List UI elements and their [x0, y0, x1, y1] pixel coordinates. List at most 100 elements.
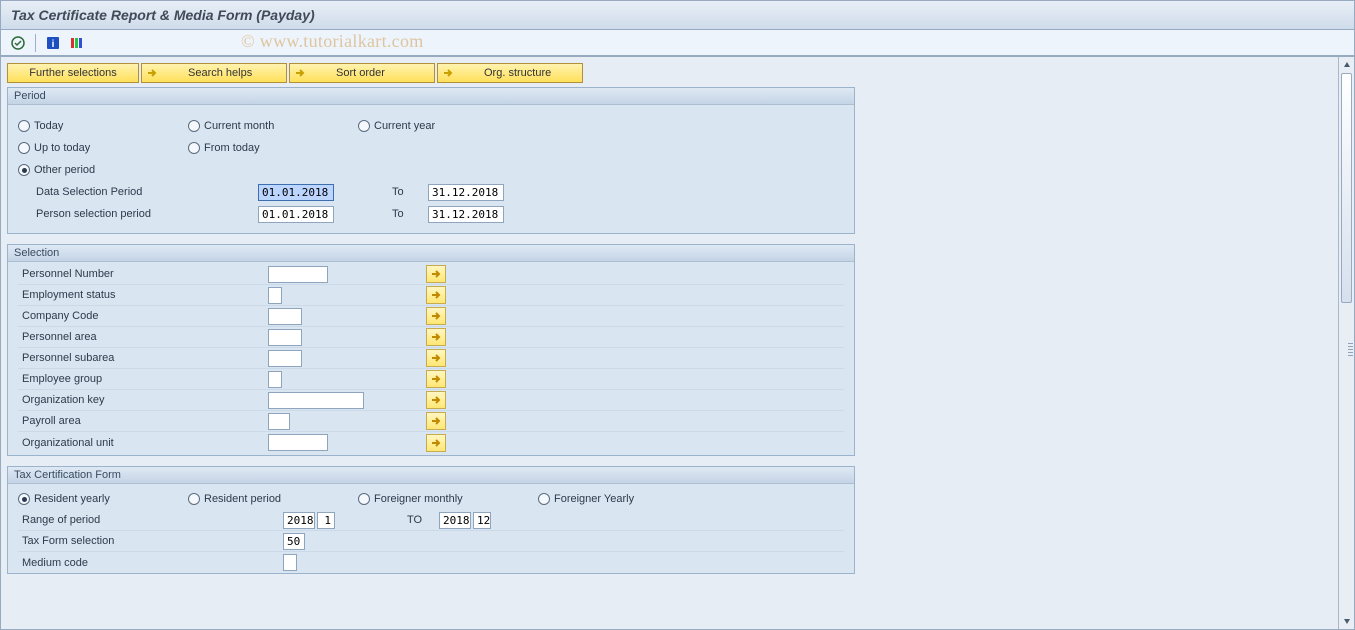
payroll-area-label: Payroll area: [18, 415, 268, 427]
button-label: Further selections: [29, 67, 116, 79]
radio-label: Current year: [374, 120, 435, 132]
data-selection-to-field[interactable]: 31.12.2018: [428, 184, 504, 201]
data-selection-period-label: Data Selection Period: [18, 186, 258, 198]
multiple-selection-button[interactable]: [426, 286, 446, 304]
person-selection-period-label: Person selection period: [18, 208, 258, 220]
radio-label: Foreigner monthly: [374, 493, 463, 505]
watermark-text: © www.tutorialkart.com: [241, 31, 424, 52]
person-selection-from-field[interactable]: 01.01.2018: [258, 206, 334, 223]
app-area: Further selections Search helps Sort ord…: [0, 56, 1355, 630]
employment-status-field[interactable]: [268, 287, 282, 304]
radio-label: Up to today: [34, 142, 90, 154]
further-selections-button[interactable]: Further selections: [7, 63, 139, 83]
group-title: Selection: [8, 245, 854, 262]
arrow-right-icon: [146, 67, 158, 79]
radio-label: Current month: [204, 120, 274, 132]
button-label: Sort order: [336, 67, 385, 79]
scroll-grip-icon: [1348, 343, 1353, 357]
company-code-field[interactable]: [268, 308, 302, 325]
execute-icon[interactable]: [9, 34, 27, 52]
radio-foreigner-yearly[interactable]: [538, 493, 550, 505]
personnel-number-field[interactable]: [268, 266, 328, 283]
multiple-selection-button[interactable]: [426, 412, 446, 430]
radio-label: Resident period: [204, 493, 281, 505]
radio-other-period[interactable]: [18, 164, 30, 176]
selection-row: Employment status: [18, 285, 844, 306]
radio-label: From today: [204, 142, 260, 154]
personnel-subarea-label: Personnel subarea: [18, 352, 268, 364]
range-to-month-field[interactable]: 12: [473, 512, 491, 529]
button-label: Search helps: [188, 67, 252, 79]
multiple-selection-button[interactable]: [426, 328, 446, 346]
organizational-unit-field[interactable]: [268, 434, 328, 451]
radio-label: Other period: [34, 164, 95, 176]
radio-current-month[interactable]: [188, 120, 200, 132]
selection-group: Selection Personnel Number Employment st…: [7, 244, 855, 456]
radio-today[interactable]: [18, 120, 30, 132]
range-to-year-field[interactable]: 2018: [439, 512, 471, 529]
multiple-selection-button[interactable]: [426, 349, 446, 367]
medium-code-label: Medium code: [18, 557, 283, 569]
data-selection-from-field[interactable]: 01.01.2018: [258, 184, 334, 201]
employee-group-field[interactable]: [268, 371, 282, 388]
personnel-number-label: Personnel Number: [18, 268, 268, 280]
tax-certification-group: Tax Certification Form Resident yearly R…: [7, 466, 855, 574]
employment-status-label: Employment status: [18, 289, 268, 301]
payroll-area-field[interactable]: [268, 413, 290, 430]
multiple-selection-button[interactable]: [426, 391, 446, 409]
scroll-down-icon[interactable]: [1339, 613, 1354, 629]
personnel-area-field[interactable]: [268, 329, 302, 346]
vertical-scrollbar[interactable]: [1338, 57, 1354, 629]
palette-icon[interactable]: [68, 34, 86, 52]
radio-resident-yearly[interactable]: [18, 493, 30, 505]
button-label: Org. structure: [484, 67, 551, 79]
scroll-thumb[interactable]: [1341, 73, 1352, 303]
range-of-period-label: Range of period: [18, 514, 283, 526]
organizational-unit-label: Organizational unit: [18, 437, 268, 449]
group-title: Tax Certification Form: [8, 467, 854, 484]
separator: [35, 34, 36, 52]
selection-row: Employee group: [18, 369, 844, 390]
arrow-right-icon: [294, 67, 306, 79]
tax-form-selection-label: Tax Form selection: [18, 535, 283, 547]
selection-row: Organization key: [18, 390, 844, 411]
multiple-selection-button[interactable]: [426, 434, 446, 452]
employee-group-label: Employee group: [18, 373, 268, 385]
scroll-track[interactable]: [1339, 73, 1354, 613]
search-helps-button[interactable]: Search helps: [141, 63, 287, 83]
radio-foreigner-monthly[interactable]: [358, 493, 370, 505]
radio-up-to-today[interactable]: [18, 142, 30, 154]
radio-label: Foreigner Yearly: [554, 493, 634, 505]
org-structure-button[interactable]: Org. structure: [437, 63, 583, 83]
page-title: Tax Certificate Report & Media Form (Pay…: [11, 7, 315, 23]
medium-code-field[interactable]: [283, 554, 297, 571]
to-label: To: [392, 186, 428, 198]
multiple-selection-button[interactable]: [426, 370, 446, 388]
period-group: Period Today Current month Current year …: [7, 87, 855, 234]
icon-toolbar: i © www.tutorialkart.com: [0, 30, 1355, 56]
personnel-subarea-field[interactable]: [268, 350, 302, 367]
multiple-selection-button[interactable]: [426, 307, 446, 325]
range-from-year-field[interactable]: 2018: [283, 512, 315, 529]
multiple-selection-button[interactable]: [426, 265, 446, 283]
info-icon[interactable]: i: [44, 34, 62, 52]
tax-form-selection-field[interactable]: 50: [283, 533, 305, 550]
radio-current-year[interactable]: [358, 120, 370, 132]
selection-row: Personnel subarea: [18, 348, 844, 369]
selection-row: Organizational unit: [18, 432, 844, 453]
organization-key-field[interactable]: [268, 392, 364, 409]
to-label: TO: [407, 514, 439, 526]
to-label: To: [392, 208, 428, 220]
person-selection-to-field[interactable]: 31.12.2018: [428, 206, 504, 223]
range-from-month-field[interactable]: 1: [317, 512, 335, 529]
radio-label: Resident yearly: [34, 493, 110, 505]
svg-text:i: i: [52, 39, 55, 50]
radio-label: Today: [34, 120, 63, 132]
arrow-right-icon: [442, 67, 454, 79]
scroll-up-icon[interactable]: [1339, 57, 1354, 73]
radio-resident-period[interactable]: [188, 493, 200, 505]
radio-from-today[interactable]: [188, 142, 200, 154]
personnel-area-label: Personnel area: [18, 331, 268, 343]
organization-key-label: Organization key: [18, 394, 268, 406]
sort-order-button[interactable]: Sort order: [289, 63, 435, 83]
